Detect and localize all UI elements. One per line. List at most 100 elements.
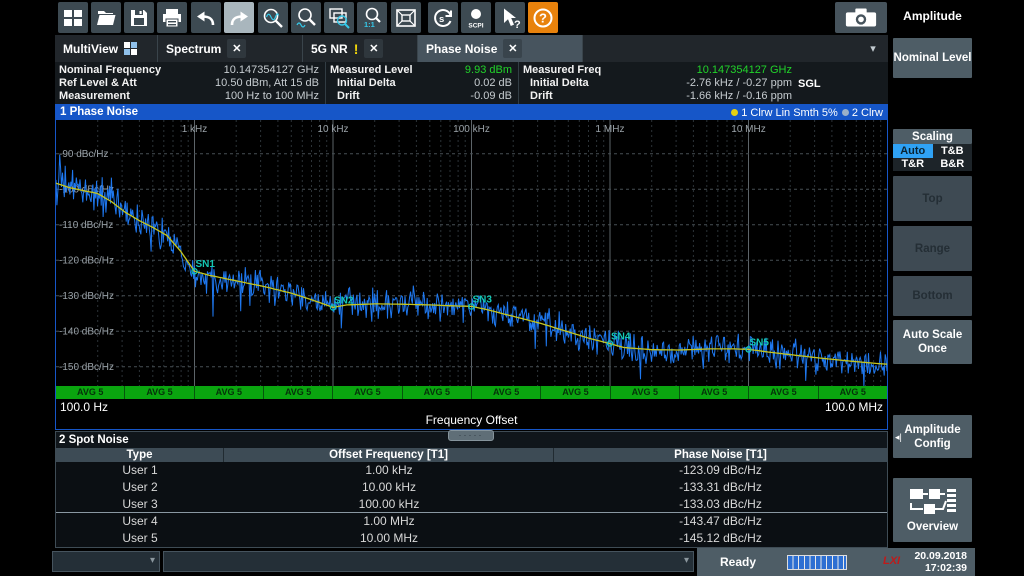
info-label: Measurement <box>59 90 130 103</box>
print-icon <box>160 6 184 30</box>
date-time: 20.09.2018 17:02:39 <box>914 550 967 574</box>
open-file-button[interactable] <box>91 2 121 33</box>
info-row: Drift-1.66 kHz / -0.16 ppm <box>519 90 798 103</box>
scaling-option-auto[interactable]: Auto <box>893 144 933 158</box>
status-right-panel: Ready LXI 20.09.2018 17:02:39 <box>697 548 975 576</box>
svg-text:s: s <box>439 14 444 25</box>
help-button[interactable]: ? <box>528 2 558 33</box>
zoom-trace-button[interactable] <box>258 2 288 33</box>
tab-close-button[interactable]: ✕ <box>364 39 383 58</box>
info-label: Drift <box>330 90 360 103</box>
spot-noise-column-header: Type <box>56 448 224 462</box>
scpi-recorder-button[interactable]: SCPI <box>461 2 491 33</box>
save-button[interactable] <box>124 2 154 33</box>
spot-noise-table-header: TypeOffset Frequency [T1]Phase Noise [T1… <box>56 448 887 462</box>
softkey-auto-scale-once[interactable]: Auto Scale Once <box>893 320 972 364</box>
multiview-grid-icon <box>124 42 137 55</box>
softkey-range: Range <box>893 226 972 271</box>
spot-offset-cell: 10.00 MHz <box>224 530 554 547</box>
svg-text:10 kHz: 10 kHz <box>317 124 348 135</box>
softkey-nominal-level[interactable]: Nominal Level <box>893 38 972 78</box>
info-label: Drift <box>523 90 553 103</box>
tab-phase-noise[interactable]: Phase Noise ✕ <box>418 35 583 62</box>
multi-window-zoom-button[interactable] <box>324 2 354 33</box>
tab-label: Phase Noise <box>426 42 497 56</box>
undo-icon <box>194 6 218 30</box>
svg-text:-90 dBc/Hz: -90 dBc/Hz <box>59 149 108 160</box>
info-row: Measured Freq10.147354127 GHz <box>519 64 798 77</box>
scaling-option-top-range[interactable]: T&R <box>893 158 933 172</box>
spot-noise-row[interactable]: User 210.00 kHz-133.31 dBc/Hz <box>56 479 887 496</box>
spot-noise-row[interactable]: User 41.00 MHz-143.47 dBc/Hz <box>56 513 887 530</box>
spot-noise-column-header: Offset Frequency [T1] <box>224 448 554 462</box>
redo-button[interactable] <box>224 2 254 33</box>
spot-noise-row[interactable]: User 11.00 kHz-123.09 dBc/Hz <box>56 462 887 479</box>
scaling-option-bottom-range[interactable]: B&R <box>933 158 973 172</box>
scaling-option-top-bottom[interactable]: T&B <box>933 144 973 158</box>
tab-multiview[interactable]: MultiView <box>55 35 158 62</box>
avg-segment: AVG 5 <box>819 386 887 399</box>
continuous-sweep-button[interactable]: s <box>428 2 458 33</box>
spot-type-cell: User 3 <box>56 496 224 512</box>
undo-button[interactable] <box>191 2 221 33</box>
screenshot-camera-button[interactable] <box>835 2 887 33</box>
svg-text:SN3: SN3 <box>473 295 493 306</box>
softkey-overview[interactable]: Overview <box>893 478 972 542</box>
svg-text:SN1: SN1 <box>196 259 216 270</box>
overview-flowchart-icon <box>909 487 957 517</box>
status-date: 20.09.2018 <box>914 550 967 562</box>
zoom-area-button[interactable] <box>291 2 321 33</box>
avg-segment: AVG 5 <box>611 386 680 399</box>
tab-label: 5G NR <box>311 42 348 56</box>
tab-5g-nr[interactable]: 5G NR!✕ <box>303 35 418 62</box>
window-splitter-handle[interactable]: ····· <box>448 430 494 441</box>
windows-button[interactable] <box>58 2 88 33</box>
windows-icon <box>61 6 85 30</box>
zoom-1to1-icon: 1:1 <box>360 6 384 30</box>
svg-text:?: ? <box>514 19 521 30</box>
phase-noise-window-header[interactable]: 1 Phase Noise 1 Clrw Lin Smth 5%2 Clrw <box>56 105 887 120</box>
spot-phase-noise-cell: -123.09 dBc/Hz <box>554 462 887 479</box>
info-value: -2.76 kHz / -0.27 ppm <box>686 77 792 90</box>
svg-text:-130 dBc/Hz: -130 dBc/Hz <box>59 291 114 302</box>
info-column-2: Measured Level9.93 dBmInitial Delta0.02 … <box>325 62 518 104</box>
status-time: 17:02:39 <box>925 562 967 574</box>
spot-phase-noise-cell: -133.03 dBc/Hz <box>554 496 887 512</box>
spot-noise-row[interactable]: User 510.00 MHz-145.12 dBc/Hz <box>56 530 887 547</box>
context-help-button[interactable]: ? <box>495 2 525 33</box>
svg-text:-110 dBc/Hz: -110 dBc/Hz <box>59 220 113 231</box>
spot-noise-table-body: User 11.00 kHz-123.09 dBc/HzUser 210.00 … <box>56 462 887 547</box>
redo-icon <box>227 6 251 30</box>
softkey-label: Amplitude Config <box>893 423 972 451</box>
phase-noise-chart[interactable]: 1 kHz10 kHz100 kHz1 MHz10 MHz-90 dBc/Hz-… <box>56 120 887 386</box>
tab-list-dropdown[interactable]: ▾ <box>864 39 882 57</box>
tab-spectrum[interactable]: Spectrum✕ <box>158 35 303 62</box>
status-field-left[interactable]: ▾ <box>52 551 160 572</box>
avg-segment: AVG 5 <box>125 386 194 399</box>
status-field-message[interactable]: ▾ <box>163 551 694 572</box>
spot-phase-noise-cell: -143.47 dBc/Hz <box>554 513 887 530</box>
spot-offset-cell: 100.00 kHz <box>224 496 554 512</box>
print-button[interactable] <box>157 2 187 33</box>
spot-noise-row[interactable]: User 3100.00 kHz-133.03 dBc/Hz <box>56 496 887 513</box>
info-column-1: Nominal Frequency10.147354127 GHzRef Lev… <box>55 62 325 104</box>
avg-segment: AVG 5 <box>680 386 749 399</box>
zoom-1to1-button[interactable]: 1:1 <box>357 2 387 33</box>
svg-text:SN2: SN2 <box>334 296 354 307</box>
tab-close-button[interactable]: ✕ <box>503 39 522 58</box>
spot-type-cell: User 2 <box>56 479 224 496</box>
fullscreen-button[interactable] <box>391 2 421 33</box>
trace-color-dot <box>842 109 849 116</box>
spot-noise-column-header: Phase Noise [T1] <box>554 448 887 462</box>
softkey-label: Overview <box>907 520 958 534</box>
info-value: 9.93 dBm <box>465 64 512 77</box>
x-axis-stop-label: 100.0 MHz <box>825 400 883 414</box>
window-title: 1 Phase Noise <box>60 105 138 120</box>
avg-segment: AVG 5 <box>56 386 125 399</box>
svg-text:1 MHz: 1 MHz <box>596 124 625 135</box>
svg-text:SCPI: SCPI <box>468 22 483 29</box>
legend-label: 1 Clrw Lin Smth 5% <box>741 107 838 119</box>
tab-close-button[interactable]: ✕ <box>227 39 246 58</box>
info-row: Measured Level9.93 dBm <box>326 64 518 77</box>
softkey-amplitude-config[interactable]: ◂| Amplitude Config <box>893 415 972 458</box>
